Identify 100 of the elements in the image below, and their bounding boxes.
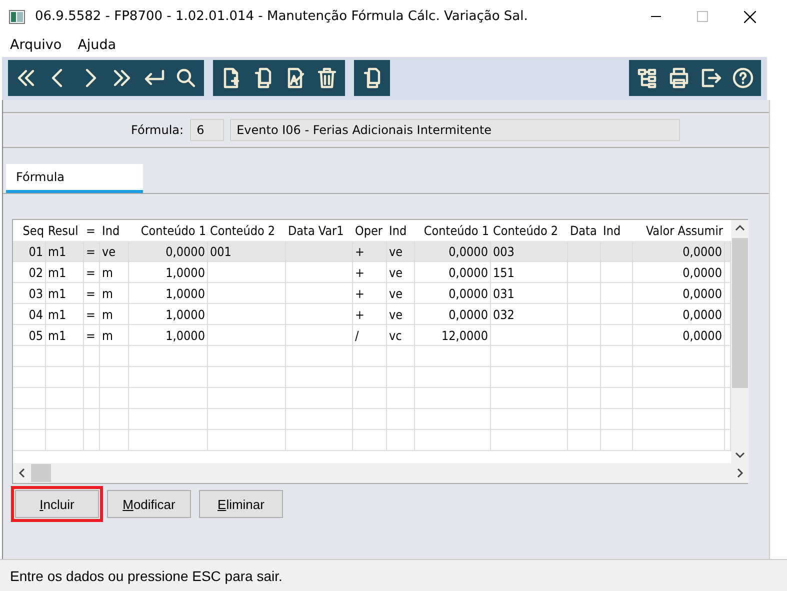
table-cell: 0,0000 — [129, 241, 208, 262]
table-cell — [286, 367, 353, 388]
horizontal-scrollbar[interactable] — [13, 463, 749, 483]
table-row[interactable]: 05 m1 = m 1,0000 / vc 12,0000 0,0000 — [13, 325, 731, 346]
table-cell — [601, 262, 633, 283]
table-cell — [13, 409, 46, 430]
table-cell — [601, 346, 633, 367]
table-cell — [568, 325, 601, 346]
table-cell — [286, 409, 353, 430]
table-cell: ve — [387, 262, 415, 283]
column-header[interactable]: Data — [568, 220, 601, 241]
table-cell — [353, 430, 387, 451]
column-header[interactable]: Resul — [46, 220, 84, 241]
tab[interactable]: Fórmula — [6, 164, 143, 193]
table-cell: 03 — [13, 283, 46, 304]
table-cell — [46, 346, 84, 367]
column-header[interactable]: Conteúdo 2 — [491, 220, 568, 241]
table-cell — [568, 367, 601, 388]
table-cell: 0,0000 — [415, 241, 491, 262]
column-header[interactable]: Oper — [353, 220, 387, 241]
column-header[interactable]: Ind — [100, 220, 129, 241]
scroll-thumb[interactable] — [31, 464, 51, 482]
scroll-thumb[interactable] — [732, 238, 748, 388]
formula-label: Fórmula: — [131, 123, 184, 137]
close-icon[interactable] — [744, 10, 756, 22]
table-cell: m1 — [46, 283, 84, 304]
table-cell — [286, 430, 353, 451]
table-cell — [353, 409, 387, 430]
table-cell — [387, 367, 415, 388]
table-cell — [286, 346, 353, 367]
table-cell: ve — [387, 283, 415, 304]
table-cell: ve — [100, 241, 129, 262]
table-cell — [601, 430, 633, 451]
table-cell: + — [353, 304, 387, 325]
menu-item[interactable]: Ajuda — [78, 37, 116, 53]
table-cell: = — [84, 325, 100, 346]
table-cell — [100, 409, 129, 430]
table-row[interactable]: 03 m1 = m 1,0000 + ve 0,0000 031 0,0000 — [13, 283, 731, 304]
table-cell: 0,0000 — [633, 283, 725, 304]
table-cell: 12,0000 — [415, 325, 491, 346]
column-header[interactable]: Ind — [601, 220, 633, 241]
table-cell: 032 — [491, 304, 568, 325]
column-header[interactable]: = — [84, 220, 100, 241]
column-header[interactable]: Ind — [387, 220, 415, 241]
table-cell: m — [100, 283, 129, 304]
window-title: 06.9.5582 - FP8700 - 1.02.01.014 - Manutenção Fórmula Cálc. Variação Sal. — [35, 9, 528, 24]
description-field[interactable]: Evento I06 - Ferias Adicionais Intermitente — [230, 119, 680, 141]
table-cell: m1 — [46, 241, 84, 262]
action-button[interactable]: Modificar — [107, 490, 191, 518]
table-cell — [601, 241, 633, 262]
table-cell — [46, 430, 84, 451]
table-cell: m1 — [46, 262, 84, 283]
table-cell — [568, 241, 601, 262]
table-cell — [100, 388, 129, 409]
table-cell: = — [84, 241, 100, 262]
table-row[interactable]: 02 m1 = m 1,0000 + ve 0,0000 151 0,0000 — [13, 262, 731, 283]
table-cell — [13, 430, 46, 451]
table-row[interactable]: 04 m1 = m 1,0000 + ve 0,0000 032 0,0000 — [13, 304, 731, 325]
table-cell: 0,0000 — [633, 325, 725, 346]
table-cell: + — [353, 262, 387, 283]
table-cell: 1,0000 — [129, 325, 208, 346]
table-cell — [568, 388, 601, 409]
table-cell: 151 — [491, 262, 568, 283]
table-cell: 0,0000 — [415, 283, 491, 304]
status-bar: Entre os dados ou pressione ESC para sair. — [0, 559, 787, 591]
table-cell — [387, 346, 415, 367]
table-cell — [568, 304, 601, 325]
table-cell — [13, 388, 46, 409]
table-cell — [568, 262, 601, 283]
table-cell — [100, 430, 129, 451]
column-header[interactable]: Conteúdo 2 — [208, 220, 286, 241]
table-cell — [286, 304, 353, 325]
table-cell: 1,0000 — [129, 283, 208, 304]
table-row[interactable]: 01 m1 = ve 0,0000 001 + ve 0,0000 003 0,0000 — [13, 241, 731, 262]
table-cell: + — [353, 283, 387, 304]
action-button[interactable]: Incluir — [15, 490, 99, 518]
table-cell — [84, 409, 100, 430]
table-cell — [387, 409, 415, 430]
vertical-scrollbar[interactable] — [731, 220, 749, 463]
table-cell — [286, 283, 353, 304]
table-cell — [46, 409, 84, 430]
table-cell — [601, 325, 633, 346]
column-header[interactable]: Valor Assumir — [633, 220, 725, 241]
code-field[interactable]: 6 — [190, 119, 224, 141]
table-cell — [286, 262, 353, 283]
menu-item[interactable]: Arquivo — [10, 37, 62, 53]
column-header[interactable]: Seq — [13, 220, 46, 241]
table-cell — [84, 388, 100, 409]
table-cell: m — [100, 262, 129, 283]
table-cell — [601, 388, 633, 409]
table-cell — [286, 325, 353, 346]
table-cell — [100, 367, 129, 388]
table-cell — [286, 388, 353, 409]
column-header[interactable]: Conteúdo 1 — [415, 220, 491, 241]
action-button[interactable]: Eliminar — [199, 490, 283, 518]
table-cell — [568, 430, 601, 451]
column-header[interactable]: Conteúdo 1 — [129, 220, 208, 241]
column-header[interactable]: Data Var1 — [286, 220, 353, 241]
table-cell: 04 — [13, 304, 46, 325]
table-cell: = — [84, 283, 100, 304]
